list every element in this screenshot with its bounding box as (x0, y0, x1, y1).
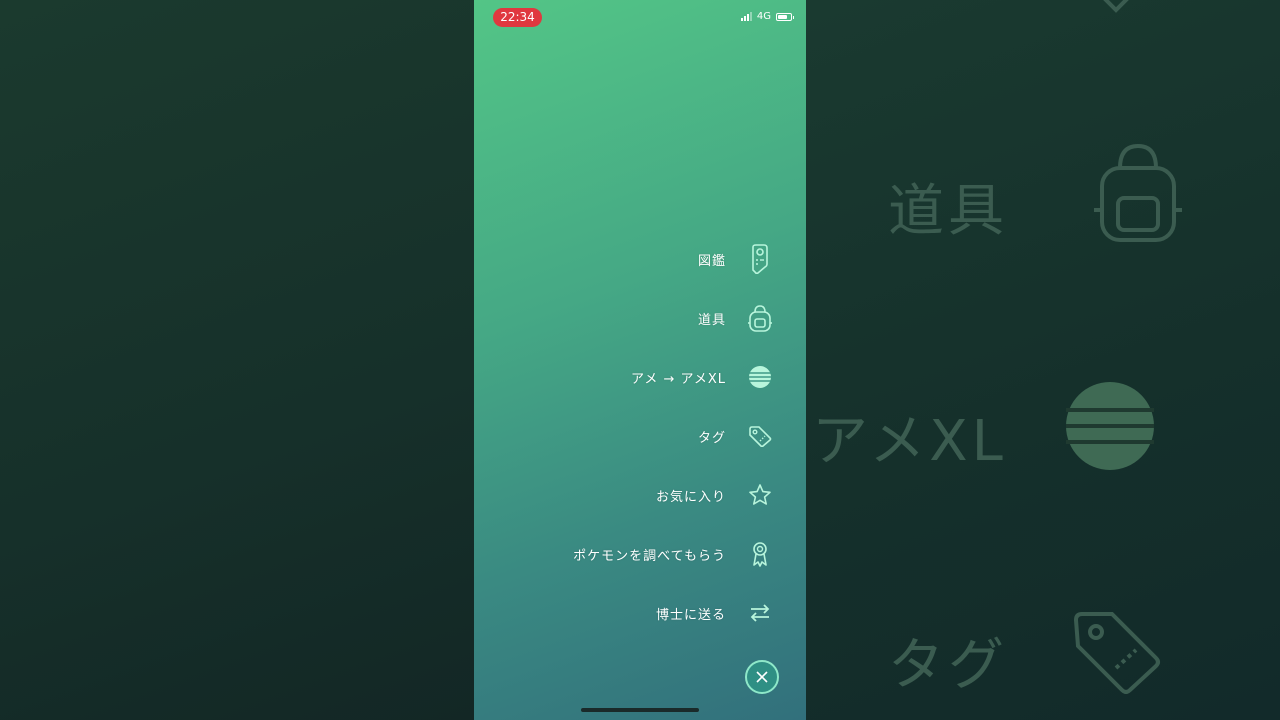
candy-icon (1066, 382, 1154, 470)
menu-item-label: ポケモンを調べてもらう (573, 548, 726, 564)
ghost-label-tag: タグ (888, 633, 1008, 698)
menu-item-label: 道具 (697, 312, 726, 328)
phone-screen: 22:34 4G 図鑑 道具 アメ → アメXL タグ お気に入り ポケモンを調… (474, 0, 806, 720)
menu-item-label: タグ (697, 430, 726, 446)
status-indicators: 4G (740, 11, 794, 22)
candy-icon (744, 361, 776, 393)
close-button[interactable] (745, 660, 779, 694)
menu-item-candy-xl[interactable]: アメ → アメXL (631, 361, 776, 393)
menu-item-label: アメ → アメXL (630, 371, 726, 387)
close-icon (756, 671, 768, 683)
tag-icon (1103, 0, 1129, 13)
transfer-icon (744, 597, 776, 629)
signal-icon (740, 12, 752, 21)
pokedex-icon (744, 243, 776, 275)
backpack-icon (1094, 143, 1182, 242)
menu-item-label: 博士に送る (655, 607, 726, 623)
menu-item-label: お気に入り (655, 489, 726, 505)
background-left-panel (0, 0, 474, 720)
background-right-panel: 道具 アメXL タグ (806, 0, 1280, 720)
home-indicator[interactable] (581, 708, 699, 712)
tag-icon (744, 420, 776, 452)
backpack-icon (744, 302, 776, 334)
menu-item-transfer[interactable]: 博士に送る (656, 597, 776, 629)
menu-item-label: 図鑑 (697, 253, 726, 269)
ribbon-icon (744, 538, 776, 570)
status-time: 22:34 (493, 8, 542, 27)
menu-item-appraise[interactable]: ポケモンを調べてもらう (573, 538, 776, 570)
tag-icon (1073, 612, 1160, 694)
star-icon (744, 479, 776, 511)
menu-item-pokedex[interactable]: 図鑑 (698, 243, 776, 275)
menu-item-items[interactable]: 道具 (698, 302, 776, 334)
ghost-label-candy-xl: アメXL (812, 409, 1007, 474)
battery-icon (776, 12, 794, 21)
ghost-label-items: 道具 (888, 179, 1008, 244)
network-label: 4G (756, 11, 771, 22)
menu-item-favorite[interactable]: お気に入り (656, 479, 776, 511)
menu-item-tag[interactable]: タグ (698, 420, 776, 452)
